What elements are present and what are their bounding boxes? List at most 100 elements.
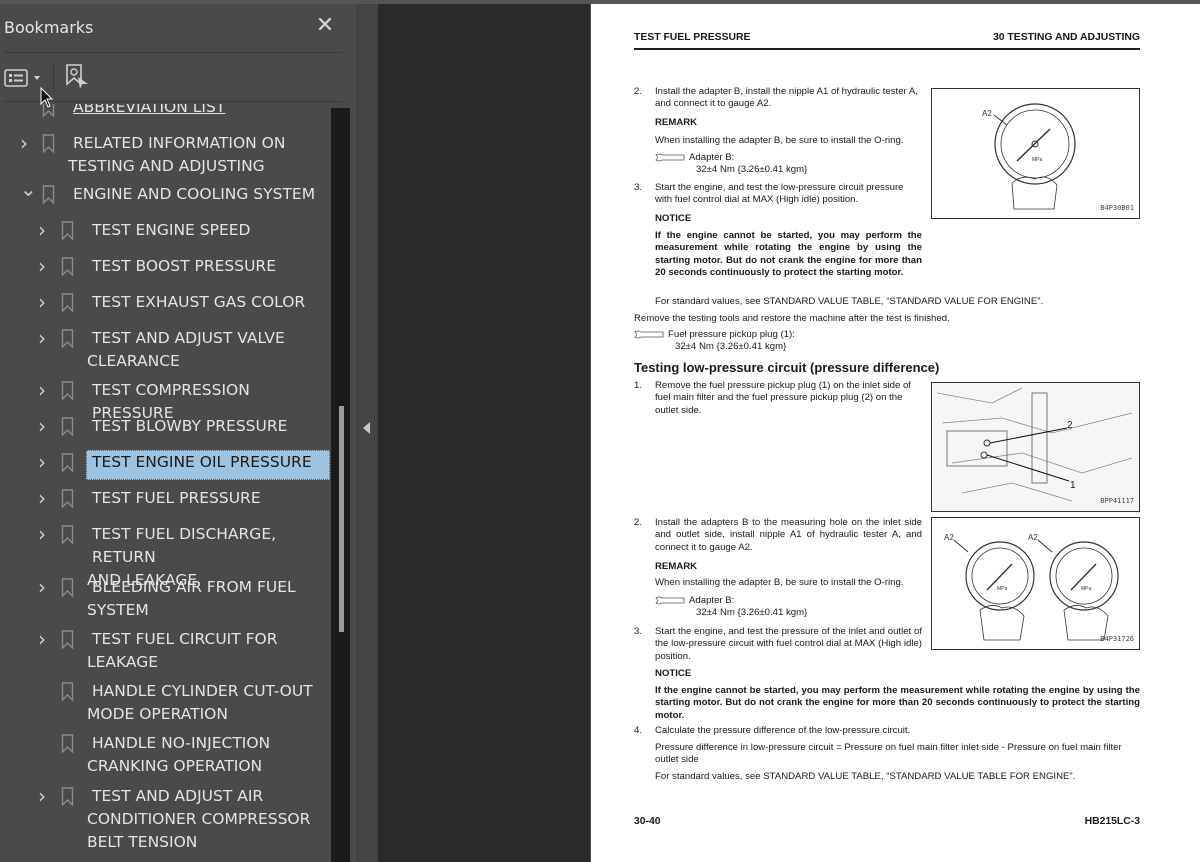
- bookmark-label-line: CLEARANCE: [87, 352, 180, 370]
- bookmark-label: ENGINE AND COOLING SYSTEM: [68, 183, 331, 206]
- scrollbar-thumb[interactable]: [339, 406, 344, 632]
- bookmark-icon: [61, 257, 74, 276]
- bookmark-icon: [61, 293, 74, 312]
- step-number: 2.: [634, 517, 643, 528]
- bookmark-item-test-boost-pressure[interactable]: › TEST BOOST PRESSURE: [0, 255, 331, 282]
- bookmark-item-test-fuel-circuit-for-leakage[interactable]: › TEST FUEL CIRCUIT FOR LEAKAGE: [0, 628, 331, 678]
- bookmark-label-line: TEST FUEL PRESSURE: [92, 489, 261, 507]
- bookmark-item-test-and-adjust-air-conditioner-compressor-belt-tension[interactable]: › TEST AND ADJUST AIR CONDITIONER COMPRESS…: [0, 785, 331, 858]
- chevron-right-icon[interactable]: ›: [38, 452, 52, 472]
- step-text: Install the adapters B to the measuring …: [655, 517, 922, 553]
- bookmark-item-bleeding-air-from-fuel-system[interactable]: › BLEEDING AIR FROM FUEL SYSTEM: [0, 576, 331, 626]
- figure-dual-gauges: A2 A2 MPa MPa B4P31726: [931, 517, 1140, 650]
- bookmark-icon: [61, 787, 74, 806]
- bookmark-label-line: TEST AND ADJUST VALVE: [92, 329, 285, 347]
- step-1-remove-plug: 1. Remove the fuel pressure pickup plug …: [634, 380, 922, 417]
- step-number: 2.: [634, 86, 643, 97]
- collapse-panel-left-icon[interactable]: [363, 422, 370, 434]
- bookmark-item-test-engine-oil-pressure[interactable]: › TEST ENGINE OIL PRESSURE: [0, 450, 331, 480]
- chevron-right-icon[interactable]: ›: [38, 220, 52, 240]
- chevron-right-icon[interactable]: ›: [38, 292, 52, 312]
- chevron-right-icon[interactable]: ›: [38, 786, 52, 806]
- list-options-icon: [4, 69, 40, 87]
- bookmark-icon: [42, 134, 55, 153]
- bookmark-label-line: SYSTEM: [87, 601, 149, 619]
- panel-title: Bookmarks: [4, 18, 94, 37]
- figure-label-a2: A2: [982, 109, 992, 118]
- bookmark-label-line: TEST FUEL CIRCUIT FOR: [92, 630, 278, 648]
- bookmark-label-line: CRANKING OPERATION: [87, 757, 263, 775]
- remark-title: REMARK: [655, 561, 698, 572]
- wrench-icon: [655, 596, 685, 605]
- header-section-title: TEST FUEL PRESSURE: [634, 32, 751, 43]
- bookmark-item-test-fuel-discharge-return-and-leakage[interactable]: › TEST FUEL DISCHARGE, RETURN AND LEAKAGE: [0, 523, 331, 589]
- torque-value: 32±4 Nm {3.26±0.41 kgm}: [696, 607, 808, 619]
- chevron-right-icon[interactable]: ›: [38, 328, 52, 348]
- chevron-down-icon[interactable]: ⌄: [20, 179, 37, 199]
- bookmark-item-test-compression-pressure[interactable]: › TEST COMPRESSION PRESSURE: [0, 379, 331, 422]
- chevron-right-icon[interactable]: ›: [38, 629, 52, 649]
- bookmark-item-test-fuel-pressure[interactable]: › TEST FUEL PRESSURE: [0, 487, 331, 514]
- formula-text: Pressure difference in low-pressure circ…: [655, 742, 1122, 766]
- bookmark-item-handle-cylinder-cut-out-mode-operation[interactable]: HANDLE CYLINDER CUT-OUT MODE OPERATION: [0, 680, 331, 730]
- remark-text: When installing the adapter B, be sure t…: [655, 135, 904, 146]
- bookmark-icon: [61, 417, 74, 436]
- step-number: 3.: [634, 626, 643, 637]
- remark-title: REMARK: [655, 117, 698, 128]
- bookmark-item-engine-and-cooling-system[interactable]: ⌄ ENGINE AND COOLING SYSTEM: [0, 179, 331, 210]
- bookmark-tree: ABBREVIATION LIST › RELATED INFORMATION ON…: [0, 104, 331, 862]
- bookmark-label: TEST FUEL PRESSURE: [87, 487, 331, 510]
- mouse-cursor-icon: [40, 87, 54, 108]
- chevron-right-icon[interactable]: ›: [38, 416, 52, 436]
- find-current-bookmark-button[interactable]: [64, 62, 92, 92]
- bookmark-item-test-and-adjust-valve-clearance[interactable]: › TEST AND ADJUST VALVE CLEARANCE: [0, 327, 331, 377]
- svg-text:MPa: MPa: [997, 586, 1008, 592]
- chevron-right-icon[interactable]: ›: [38, 256, 52, 276]
- chevron-right-icon[interactable]: ›: [38, 488, 52, 508]
- bookmarks-panel: Bookmarks ✕ ABBREVIATION LIST › RELATED IN…: [0, 4, 357, 862]
- step-number: 1.: [634, 380, 643, 391]
- torque-label: Adapter B:: [689, 595, 735, 606]
- chevron-right-icon[interactable]: ›: [38, 577, 52, 597]
- bookmark-label: RELATED INFORMATION ON TESTING AND ADJUST…: [68, 132, 331, 178]
- step-number: 3.: [634, 182, 643, 193]
- panel-splitter[interactable]: [357, 4, 378, 862]
- bookmark-label: HANDLE CYLINDER CUT-OUT MODE OPERATION: [87, 680, 331, 726]
- dual-gauges-illustration: A2 A2 MPa MPa: [944, 533, 1119, 641]
- bookmark-item-test-engine-speed[interactable]: › TEST ENGINE SPEED: [0, 219, 331, 246]
- remark-text: When installing the adapter B, be sure t…: [655, 577, 904, 588]
- section-heading: Testing low-pressure circuit (pressure d…: [634, 360, 940, 375]
- chevron-right-icon[interactable]: ›: [38, 524, 52, 544]
- step-text: Calculate the pressure difference of the…: [655, 725, 911, 736]
- bookmark-label-line: CONDITIONER COMPRESSOR: [87, 810, 311, 828]
- bookmark-label-line: BELT TENSION: [87, 833, 198, 851]
- bookmark-label: TEST ENGINE SPEED: [87, 219, 331, 242]
- gauge-unit-label: MPa: [1032, 157, 1043, 163]
- bookmark-icon: [61, 525, 74, 544]
- torque-spec: Adapter B: 32±4 Nm {3.26±0.41 kgm}: [655, 595, 807, 620]
- chevron-right-icon[interactable]: ›: [38, 380, 52, 400]
- bookmark-item-handle-no-injection-cranking-operation[interactable]: HANDLE NO-INJECTION CRANKING OPERATION: [0, 732, 331, 782]
- bookmark-icon: [61, 381, 74, 400]
- bookmark-label-line: ENGINE AND COOLING SYSTEM: [73, 185, 316, 203]
- std-text: For standard values, see STANDARD VALUE …: [655, 296, 1044, 307]
- step-3-test-pressure: 3. Start the engine, and test the pressu…: [634, 626, 922, 663]
- model-number: HB215LC-3: [1084, 816, 1140, 827]
- chevron-right-icon[interactable]: ›: [20, 133, 34, 153]
- pressure-gauge-illustration: A2 MPa: [982, 103, 1076, 210]
- close-icon[interactable]: ✕: [313, 12, 337, 40]
- bookmark-item-test-exhaust-gas-color[interactable]: › TEST EXHAUST GAS COLOR: [0, 291, 331, 318]
- bookmark-item-related-information-on-testing-and-adjusting[interactable]: › RELATED INFORMATION ON TESTING AND ADJUS…: [0, 132, 331, 182]
- bookmark-item-test-blowby-pressure[interactable]: › TEST BLOWBY PRESSURE: [0, 415, 331, 442]
- figure-code: B4P31726: [1100, 634, 1134, 643]
- bookmark-label-line: TEST AND ADJUST AIR: [92, 787, 264, 805]
- find-current-bookmark-icon: [66, 64, 88, 89]
- bookmark-label-line: TEST BLOWBY PRESSURE: [92, 417, 288, 435]
- step-text: Remove the fuel pressure pickup plug (1)…: [655, 380, 911, 416]
- options-menu-button[interactable]: [4, 64, 44, 92]
- figure-code: B4P30B01: [1100, 203, 1134, 212]
- figure-label-a2: A2: [1028, 533, 1038, 542]
- page-footer: 30-40 HB215LC-3: [634, 816, 1140, 828]
- bookmark-label-line: TEST FUEL DISCHARGE, RETURN: [92, 525, 277, 566]
- bookmarks-scrollbar[interactable]: [331, 108, 350, 862]
